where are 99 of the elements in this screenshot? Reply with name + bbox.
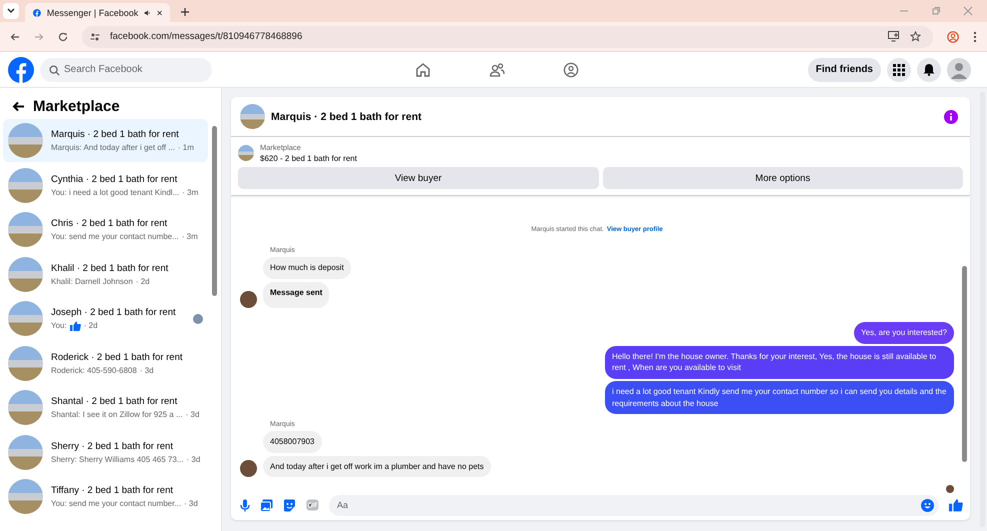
listing-photo-placeholder bbox=[8, 434, 43, 470]
chevron-down-icon bbox=[7, 8, 15, 14]
back-arrow-icon[interactable] bbox=[10, 32, 20, 42]
listing-photo-placeholder bbox=[8, 346, 43, 380]
microphone-icon[interactable] bbox=[240, 498, 250, 512]
listing-photo-placeholder bbox=[8, 168, 43, 202]
message-preview: You: send me your contact numbe... bbox=[51, 232, 179, 241]
message-preview: You: i need a lot good tenant Kindl... bbox=[51, 188, 180, 196]
message-input[interactable]: Aa bbox=[329, 494, 939, 516]
conversation-item[interactable]: Marquis · 2 bed 1 bath for rent Marquis: And today after i get off ... · 1m bbox=[3, 119, 208, 162]
conversation-item[interactable]: Khalil · 2 bed 1 bath for rent Khalil: Darnell Johnson · 2d bbox=[3, 252, 208, 296]
conversation-title: Chris · 2 bed 1 bath for rent bbox=[51, 218, 168, 229]
outgoing-message: Hello there! I'm the house owner. Thanks for your interest, Yes, the house is still available to rent , When are you available to visit bbox=[605, 346, 954, 379]
chat-title: Marquis · 2 bed 1 bath for rent bbox=[271, 110, 422, 122]
install-app-icon[interactable] bbox=[888, 31, 900, 42]
conversation-item[interactable]: Chris · 2 bed 1 bath for rent You: send me your contact numbe... · 3m bbox=[3, 208, 208, 251]
emoji-icon[interactable] bbox=[921, 498, 934, 512]
listing-photo-placeholder bbox=[8, 123, 43, 158]
back-arrow-icon[interactable] bbox=[12, 101, 25, 112]
listing-detail: $620 - 2 bed 1 bath for rent bbox=[260, 154, 357, 163]
conversation-title: Marquis · 2 bed 1 bath for rent bbox=[51, 129, 180, 140]
listing-photo-placeholder bbox=[8, 212, 43, 247]
profile-icon[interactable] bbox=[947, 30, 959, 42]
listing-photo-placeholder bbox=[8, 479, 43, 514]
notifications-button[interactable] bbox=[917, 58, 941, 82]
conversation-title: Joseph · 2 bed 1 bath for rent bbox=[51, 306, 177, 318]
message-time: · 2d bbox=[84, 321, 98, 330]
thumbs-up-icon[interactable] bbox=[949, 498, 963, 512]
conversation-title: Tiffany · 2 bed 1 bath for rent bbox=[51, 485, 174, 496]
sender-avatar bbox=[240, 291, 257, 308]
facebook-logo-icon bbox=[33, 6, 41, 18]
conversation-title: Khalil · 2 bed 1 bath for rent bbox=[51, 262, 170, 274]
star-icon[interactable] bbox=[910, 31, 921, 42]
incoming-message: Message sent bbox=[263, 282, 330, 308]
message-time: · 3m bbox=[182, 232, 198, 241]
read-receipt-avatar bbox=[946, 485, 954, 494]
message-preview: You: send me your contact number... bbox=[51, 499, 182, 508]
sidebar-title: Marketplace bbox=[33, 98, 120, 115]
conversation-title: Shantal · 2 bed 1 bath for rent bbox=[51, 396, 178, 407]
listing-photo-placeholder bbox=[238, 145, 254, 161]
listing-photo-placeholder bbox=[8, 301, 43, 336]
search-icon bbox=[49, 64, 60, 76]
conversation-item[interactable]: Roderick · 2 bed 1 bath for rent Roderick: 405-590-6808 · 3d bbox=[3, 342, 208, 384]
info-icon[interactable] bbox=[944, 110, 958, 124]
close-icon[interactable] bbox=[156, 8, 162, 16]
facebook-logo-icon[interactable] bbox=[8, 56, 34, 82]
outgoing-message: i need a lot good tenant Kindly send me your contact number so i can send you details and the requirements about the house bbox=[605, 380, 954, 414]
listing-photo-placeholder bbox=[8, 256, 43, 292]
home-icon[interactable] bbox=[415, 62, 431, 78]
sticker-icon[interactable] bbox=[283, 498, 296, 512]
listing-photo-placeholder bbox=[240, 104, 265, 129]
conversation-title: Roderick · 2 bed 1 bath for rent bbox=[51, 352, 184, 362]
conversation-item[interactable]: Shantal · 2 bed 1 bath for rent Shantal: I see it on Zillow for 925 a ... · 3d bbox=[3, 386, 208, 429]
incoming-message: And today after i get off work im a plumber and have no pets bbox=[263, 456, 491, 478]
people-icon[interactable] bbox=[489, 62, 505, 78]
outgoing-message: Yes, are you interested? bbox=[854, 322, 954, 344]
listing-action-button[interactable]: View buyer bbox=[238, 167, 598, 189]
sender-avatar bbox=[240, 460, 257, 478]
message-time: · 3d bbox=[184, 499, 198, 508]
message-time: · 3d bbox=[186, 410, 200, 419]
tab-list-button[interactable] bbox=[3, 3, 19, 19]
bell-icon bbox=[923, 63, 935, 76]
message-time: · 2d bbox=[136, 276, 150, 286]
new-tab-icon[interactable] bbox=[180, 7, 190, 17]
site-settings-icon[interactable] bbox=[90, 32, 100, 42]
reload-icon[interactable] bbox=[58, 32, 68, 42]
find-friends-button[interactable]: Find friends bbox=[808, 58, 881, 82]
incoming-message: 4058007903 bbox=[263, 431, 322, 453]
message-time: · 3d bbox=[140, 366, 154, 374]
speaker-icon[interactable] bbox=[144, 8, 151, 18]
tab-title: Messenger | Facebook bbox=[46, 8, 138, 18]
group-icon[interactable] bbox=[563, 62, 579, 78]
listing-action-button[interactable]: More options bbox=[602, 167, 963, 189]
conversation-item[interactable]: Tiffany · 2 bed 1 bath for rent You: send me your contact number... · 3d bbox=[3, 475, 208, 518]
grid-menu-icon bbox=[893, 64, 905, 76]
message-time: · 3m bbox=[182, 188, 198, 196]
search-field[interactable]: Search Facebook bbox=[40, 58, 212, 82]
more-menu-icon[interactable] bbox=[973, 30, 977, 42]
conversation-title: Sherry · 2 bed 1 bath for rent bbox=[51, 440, 174, 452]
address-bar[interactable]: facebook.com/messages/t/810946778468896 bbox=[82, 26, 933, 48]
listing-photo-placeholder bbox=[8, 390, 43, 425]
message-preview: Sherry: Sherry Williams 405 465 73... bbox=[51, 454, 184, 464]
message-preview: Marquis: And today after i get off ... bbox=[51, 143, 175, 152]
menu-button[interactable] bbox=[887, 58, 911, 82]
conversation-title: Cynthia · 2 bed 1 bath for rent bbox=[51, 174, 178, 184]
message-preview: You: bbox=[51, 321, 67, 330]
message-preview: Roderick: 405-590-6808 bbox=[51, 366, 137, 374]
message-time: · 3d bbox=[186, 454, 200, 464]
conversation-item[interactable]: Joseph · 2 bed 1 bath for rent You: · 2d bbox=[3, 297, 208, 340]
conversation-item[interactable]: Sherry · 2 bed 1 bath for rent Sherry: Sherry Williams 405 465 73... · 3d bbox=[3, 430, 208, 474]
thumbs-up-icon bbox=[70, 320, 81, 330]
browser-tab[interactable]: Messenger | Facebook bbox=[25, 3, 170, 22]
message-time: · 1m bbox=[178, 143, 194, 152]
conversation-item[interactable]: Cynthia · 2 bed 1 bath for rent You: i need a lot good tenant Kindl... · 3m bbox=[3, 164, 208, 206]
message-preview: Shantal: I see it on Zillow for 925 a ... bbox=[51, 410, 183, 419]
message-preview: Khalil: Darnell Johnson bbox=[51, 276, 133, 286]
incoming-message: How much is deposit bbox=[263, 257, 351, 279]
account-avatar[interactable] bbox=[947, 58, 971, 82]
photo-icon[interactable] bbox=[260, 498, 273, 512]
